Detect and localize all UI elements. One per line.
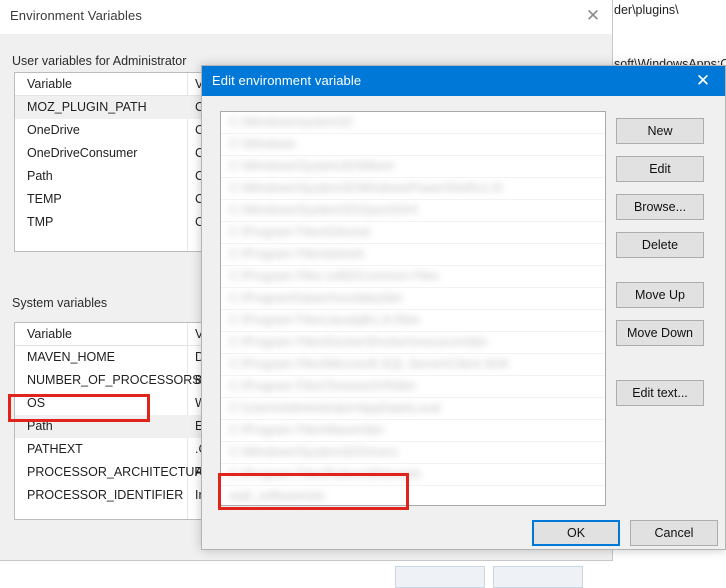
delete-button[interactable]: Delete xyxy=(616,232,704,258)
path-entry-text: C:\Program Files\Maven\bin xyxy=(229,423,384,437)
environment-variables-titlebar: Environment Variables ✕ xyxy=(0,0,612,34)
variable-name: NUMBER_OF_PROCESSORS xyxy=(27,373,201,387)
environment-variables-title: Environment Variables xyxy=(10,8,142,23)
ok-button[interactable]: OK xyxy=(532,520,620,546)
variable-name: Path xyxy=(27,169,53,183)
new-button[interactable]: New xyxy=(616,118,704,144)
variable-name: PATHEXT xyxy=(27,442,83,456)
path-entry-text: C:\ProgramData\chocolatey\bin xyxy=(229,291,403,305)
path-entry-row[interactable]: C:\Program Files\Java\jdk1.8.0\bin xyxy=(221,310,605,332)
variable-name: TEMP xyxy=(27,192,62,206)
variable-name: OneDriveConsumer xyxy=(27,146,138,160)
column-header-variable: Variable xyxy=(27,327,72,341)
variable-name: Path xyxy=(27,419,53,433)
path-entry-row[interactable]: C:\ProgramData\chocolatey\bin xyxy=(221,288,605,310)
move-down-button[interactable]: Move Down xyxy=(616,320,704,346)
edit-dialog-titlebar: Edit environment variable ✕ xyxy=(202,66,725,96)
path-entry-text: C:\Program Files\dotnet\ xyxy=(229,247,365,261)
path-entry-row[interactable]: C:\Program Files\Docker\Docker\resources… xyxy=(221,332,605,354)
path-entries-listbox[interactable]: C:\Windows\system32 C:\Windows C:\Windows\… xyxy=(220,111,606,506)
path-entry-row[interactable]: C:\Program Files\TortoiseSVN\bin xyxy=(221,376,605,398)
variable-name: OneDrive xyxy=(27,123,80,137)
path-entry-row[interactable]: C:\Program Files\Git\cmd xyxy=(221,222,605,244)
path-entry-row[interactable]: C:\Windows\System32\OpenSSH\ xyxy=(221,200,605,222)
path-entry-text: C:\Program Files\Microsoft SQL Server\Cl… xyxy=(229,357,510,371)
move-up-button[interactable]: Move Up xyxy=(616,282,704,308)
column-header-variable: Variable xyxy=(27,77,72,91)
path-entry-text: C:\Program Files\Python39\Scripts xyxy=(229,467,421,481)
edit-dialog-title: Edit environment variable xyxy=(212,73,362,88)
path-entry-row[interactable]: C:\Users\Administrator\AppData\Local xyxy=(221,398,605,420)
browse-button[interactable]: Browse... xyxy=(616,194,704,220)
path-entry-text: C:\Windows\System32\Wbem xyxy=(229,159,395,173)
variable-name: MOZ_PLUGIN_PATH xyxy=(27,100,147,114)
variable-name: PROCESSOR_ARCHITECTURE xyxy=(27,465,212,479)
variable-name: OS xyxy=(27,396,46,410)
edit-environment-variable-dialog: Edit environment variable ✕ C:\Windows\s… xyxy=(201,65,726,550)
path-entry-row[interactable]: C:\Program Files (x86)\Common Files xyxy=(221,266,605,288)
path-entry-text: C:\Program Files\Docker\Docker\resources… xyxy=(229,335,488,349)
close-icon[interactable]: ✕ xyxy=(681,66,725,96)
system-variables-label: System variables xyxy=(12,296,108,310)
cancel-button[interactable]: Cancel xyxy=(630,520,718,546)
variable-name: PROCESSOR_IDENTIFIER xyxy=(27,488,184,502)
path-entry-text: C:\Program Files (x86)\Common Files xyxy=(229,269,439,283)
path-entry-text: C:\Users\Administrator\AppData\Local xyxy=(229,401,441,415)
edit-text-button[interactable]: Edit text... xyxy=(616,380,704,406)
path-entry-text: C:\Program Files\TortoiseSVN\bin xyxy=(229,379,416,393)
path-entry-text: C:\Windows\System32\Drivers xyxy=(229,445,398,459)
user-variables-label: User variables for Administrator xyxy=(12,54,187,68)
path-entry-text: C:\Windows\System32\OpenSSH\ xyxy=(229,203,418,217)
path-entry-row[interactable]: C:\Windows\System32\WindowsPowerShell\v1… xyxy=(221,178,605,200)
variable-name: MAVEN_HOME xyxy=(27,350,115,364)
path-entry-row[interactable]: C:\Program Files\Maven\bin xyxy=(221,420,605,442)
path-entry-row[interactable]: stall_software\etc xyxy=(221,486,605,505)
background-path-fragment: der\plugins\ xyxy=(614,3,679,17)
close-icon[interactable]: ✕ xyxy=(578,4,608,28)
path-entry-row[interactable]: C:\Program Files\Python39\Scripts xyxy=(221,464,605,486)
path-entry-text: C:\Windows xyxy=(229,137,296,151)
path-entry-text: C:\Windows\System32\WindowsPowerShell\v1… xyxy=(229,181,503,195)
path-entry-row[interactable]: C:\Windows\System32\Wbem xyxy=(221,156,605,178)
path-entry-row[interactable]: C:\Program Files\Microsoft SQL Server\Cl… xyxy=(221,354,605,376)
edit-button[interactable]: Edit xyxy=(616,156,704,182)
path-entry-text: C:\Program Files\Git\cmd xyxy=(229,225,370,239)
variable-name: TMP xyxy=(27,215,54,229)
path-entry-text: stall_software\etc xyxy=(229,489,326,503)
path-entry-text: C:\Windows\system32 xyxy=(229,115,353,129)
path-entry-row[interactable]: C:\Program Files\dotnet\ xyxy=(221,244,605,266)
path-entry-row[interactable]: C:\Windows\System32\Drivers xyxy=(221,442,605,464)
path-entry-row[interactable]: C:\Windows\system32 xyxy=(221,112,605,134)
path-entry-row[interactable]: C:\Windows xyxy=(221,134,605,156)
path-entry-text: C:\Program Files\Java\jdk1.8.0\bin xyxy=(229,313,421,327)
